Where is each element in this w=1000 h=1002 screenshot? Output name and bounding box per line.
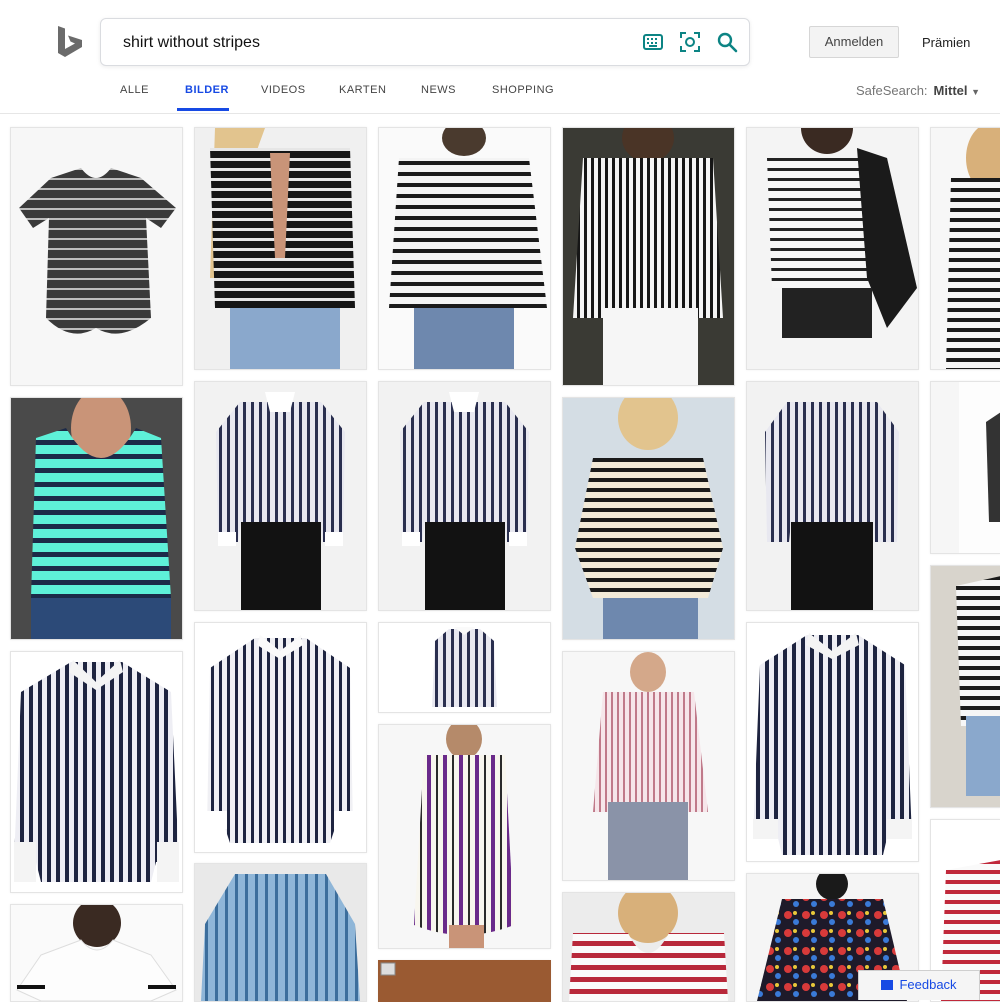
safesearch-control: SafeSearch: Mittel ▼: [856, 83, 980, 98]
feedback-button[interactable]: Feedback: [858, 970, 980, 1000]
caret-down-icon: ▼: [971, 87, 981, 97]
search-box: [100, 18, 750, 66]
feedback-icon: [881, 980, 894, 990]
feedback-label: Feedback: [899, 977, 957, 992]
safesearch-value[interactable]: Mittel ▼: [934, 83, 981, 98]
image-result[interactable]: [562, 892, 735, 1002]
image-result[interactable]: [10, 904, 183, 1002]
tab-videos[interactable]: VIDEOS: [261, 84, 306, 96]
image-result[interactable]: [930, 127, 1000, 370]
image-result[interactable]: [562, 397, 735, 640]
tab-all[interactable]: ALLE: [120, 84, 149, 96]
tab-images[interactable]: BILDER: [185, 84, 229, 96]
image-result[interactable]: [194, 622, 367, 853]
image-result[interactable]: [930, 565, 1000, 808]
image-result[interactable]: [378, 127, 551, 370]
image-result[interactable]: [746, 127, 919, 370]
image-result[interactable]: [10, 651, 183, 893]
image-result[interactable]: [194, 381, 367, 611]
image-result[interactable]: [378, 724, 551, 949]
image-result[interactable]: [10, 397, 183, 640]
image-result[interactable]: [562, 651, 735, 881]
image-result[interactable]: [562, 127, 735, 386]
image-result[interactable]: [746, 622, 919, 862]
image-result[interactable]: [746, 381, 919, 611]
safesearch-label: SafeSearch:: [856, 83, 928, 98]
active-tab-indicator: [177, 108, 229, 111]
header: Anmelden Prämien ALLE BILDER VIDEOS KART…: [0, 0, 1000, 114]
image-result[interactable]: [378, 381, 551, 611]
search-input[interactable]: [121, 28, 625, 58]
tab-news[interactable]: NEWS: [421, 84, 456, 96]
image-result[interactable]: [930, 381, 1000, 554]
image-result[interactable]: [378, 960, 551, 1002]
keyboard-icon[interactable]: [642, 31, 664, 53]
visual-search-icon[interactable]: [679, 31, 701, 53]
tab-shopping[interactable]: SHOPPING: [492, 84, 554, 96]
tab-maps[interactable]: KARTEN: [339, 84, 386, 96]
image-result[interactable]: [10, 127, 183, 386]
image-result[interactable]: [378, 622, 551, 713]
search-icon[interactable]: [716, 31, 738, 53]
rewards-link[interactable]: Prämien: [922, 35, 970, 50]
image-result[interactable]: [194, 127, 367, 370]
signin-button[interactable]: Anmelden: [809, 26, 899, 58]
image-result[interactable]: [194, 863, 367, 1002]
bing-logo-icon[interactable]: [56, 26, 84, 58]
